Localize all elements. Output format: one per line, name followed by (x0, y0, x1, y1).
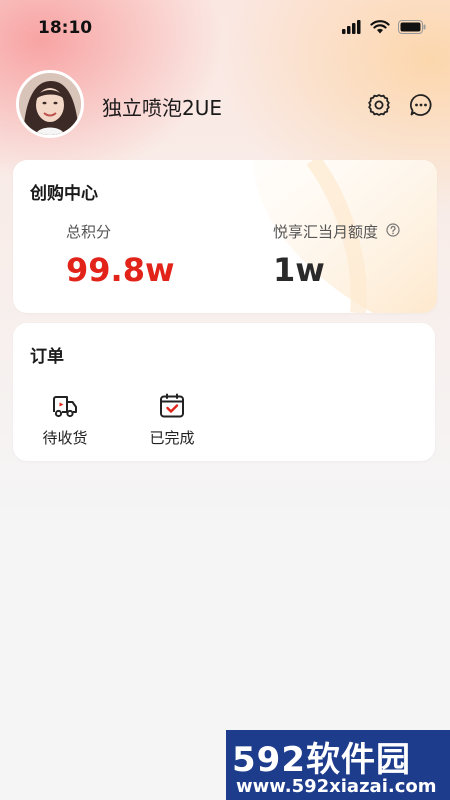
monthly-quota-label: 悦享汇当月额度 (273, 223, 379, 241)
calendar-check-icon (160, 393, 184, 418)
orders-title: 订单 (30, 347, 64, 367)
total-points-value[interactable]: 99.8w (66, 251, 175, 289)
order-completed-label: 已完成 (149, 429, 195, 447)
avatar-photo (19, 73, 81, 135)
status-time: 18:10 (38, 18, 93, 38)
truck-icon (53, 396, 77, 418)
watermark-logo: 592软件园 www.592xiazai.com (226, 730, 450, 800)
status-bar: 18:10 (0, 0, 450, 56)
order-pending-label: 待收货 (42, 429, 88, 447)
watermark-url: www.592xiazai.com (236, 776, 437, 797)
order-completed[interactable]: 已完成 (137, 393, 207, 453)
username[interactable]: 独立喷泡2UE (102, 92, 222, 121)
gear-icon[interactable] (366, 92, 392, 118)
battery-icon (398, 20, 426, 34)
watermark-brand: 592软件园 (232, 740, 411, 780)
monthly-quota-value[interactable]: 1w (273, 251, 325, 289)
help-icon[interactable] (386, 223, 400, 237)
signal-icon (342, 20, 361, 34)
total-points-label: 总积分 (66, 223, 112, 241)
wifi-icon (370, 20, 390, 34)
avatar[interactable] (16, 70, 84, 138)
status-icons (342, 20, 426, 34)
message-icon[interactable] (408, 92, 434, 118)
order-pending-receipt[interactable]: 待收货 (30, 393, 100, 453)
creator-center-title: 创购中心 (30, 184, 98, 204)
orders-card: 订单 待收货 已完成 (13, 323, 435, 461)
creator-center-card[interactable]: 创购中心 总积分 99.8w 悦享汇当月额度 1w (13, 160, 437, 313)
profile-header: 独立喷泡2UE (16, 70, 434, 140)
